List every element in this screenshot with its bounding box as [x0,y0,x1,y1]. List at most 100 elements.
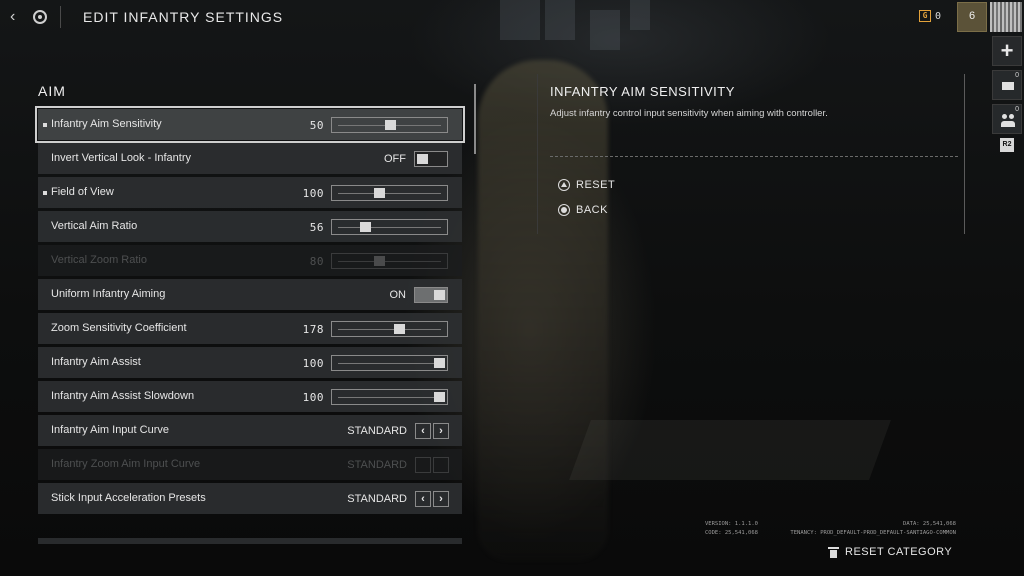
setting-label: Infantry Aim Assist Slowdown [51,390,195,402]
back-chevron-icon[interactable]: ‹ [10,8,24,26]
setting-slider[interactable] [331,117,448,133]
chevron-right-icon[interactable]: › [433,491,449,507]
circle-button-icon [558,204,570,216]
chevron-right-icon[interactable]: › [433,423,449,439]
slider-track [338,329,441,330]
top-divider [60,6,61,28]
group-count: 0 [1015,106,1019,113]
slider-track [338,193,441,194]
selector-value: STANDARD [347,459,407,471]
page-title: EDIT INFANTRY SETTINGS [83,9,284,25]
slider-thumb[interactable] [374,188,385,198]
setting-label: Vertical Aim Ratio [51,220,138,232]
back-button[interactable]: BACK [558,204,608,216]
section-title: AIM [38,83,66,99]
setting-slider[interactable] [331,321,448,337]
chevron-left-icon [415,457,431,473]
settings-row[interactable]: Stick Input Acceleration Presets STANDARD… [38,483,462,514]
rank-number: 6 [969,10,976,22]
currency-icon: G [919,10,931,22]
selector-value: STANDARD [347,425,407,437]
settings-row[interactable]: Uniform Infantry Aiming ON [38,279,462,310]
social-dock: + 0 0 R2 [992,36,1024,152]
settings-row[interactable]: Infantry Aim Assist Slowdown 100 [38,381,462,412]
top-bar: ‹ EDIT INFANTRY SETTINGS G 0 6 [0,0,1024,34]
reset-button[interactable]: RESET [558,179,615,191]
setting-label: Infantry Aim Input Curve [51,424,169,436]
circle-button-icon[interactable] [33,10,47,24]
setting-label: Uniform Infantry Aiming [51,288,166,300]
setting-slider [331,253,448,269]
slider-track [338,397,441,398]
triangle-button-icon [558,179,570,191]
setting-value: 178 [302,323,324,336]
settings-row[interactable]: Vertical Aim Ratio 56 [38,211,462,242]
slider-thumb[interactable] [434,392,445,402]
selector-arrows [415,457,449,473]
toggle-knob [417,154,428,164]
slider-thumb[interactable] [394,324,405,334]
setting-value: 100 [302,391,324,404]
info-description: Adjust infantry control input sensitivit… [550,108,828,119]
setting-value: 56 [309,221,324,234]
setting-label: Vertical Zoom Ratio [51,254,147,266]
group-icon[interactable]: 0 [992,104,1022,134]
settings-row-partial [38,538,462,544]
setting-label: Stick Input Acceleration Presets [51,492,206,504]
currency-count: 0 [935,10,942,22]
settings-row[interactable]: Invert Vertical Look - Infantry OFF [38,143,462,174]
setting-slider[interactable] [331,185,448,201]
build-info: DATA: 25,541,068 TENANCY: PROD_DEFAULT-P… [780,520,956,538]
setting-toggle[interactable] [414,151,448,167]
setting-value: 100 [302,187,324,200]
toggle-state: OFF [384,153,406,165]
settings-row[interactable]: Zoom Sensitivity Coefficient 178 [38,313,462,344]
mail-icon[interactable]: 0 [992,70,1022,100]
setting-toggle[interactable] [414,287,448,303]
setting-slider[interactable] [331,355,448,371]
slider-track [338,261,441,262]
slider-track [338,363,441,364]
chevron-right-icon [433,457,449,473]
setting-label: Zoom Sensitivity Coefficient [51,322,187,334]
reset-label: RESET [576,179,616,191]
modified-marker-icon [43,191,47,195]
currency-display: G 0 [919,10,941,22]
setting-value: 80 [309,255,324,268]
chevron-left-icon[interactable]: ‹ [415,423,431,439]
toggle-state: ON [389,289,407,301]
setting-label: Infantry Aim Assist [51,356,141,368]
modified-marker-icon [43,123,47,127]
add-friend-button[interactable]: + [992,36,1022,66]
settings-row[interactable]: Field of View 100 [38,177,462,208]
selector-value: STANDARD [347,493,407,505]
slider-thumb [374,256,385,266]
toggle-knob [434,290,445,300]
info-title: INFANTRY AIM SENSITIVITY [550,84,735,99]
setting-slider[interactable] [331,219,448,235]
version-label: VERSION: 1.1.1.0 [705,521,758,527]
settings-row[interactable]: Infantry Aim Input Curve STANDARD ‹ › [38,415,462,446]
info-panel: INFANTRY AIM SENSITIVITY Adjust infantry… [537,74,965,234]
chevron-left-icon[interactable]: ‹ [415,491,431,507]
mail-count: 0 [1015,72,1019,79]
version-info: VERSION: 1.1.1.0 CODE: 25,541,068 [705,520,758,538]
floor-light [569,420,891,480]
reset-category-button[interactable]: RESET CATEGORY [828,546,952,558]
scrollbar[interactable] [474,84,476,154]
selector-arrows: ‹ › [415,423,449,439]
slider-thumb[interactable] [434,358,445,368]
setting-label: Field of View [51,186,114,198]
profile-avatar[interactable] [990,2,1022,32]
slider-thumb[interactable] [385,120,396,130]
slider-thumb[interactable] [360,222,371,232]
settings-list: Infantry Aim Sensitivity 50 Invert Vertica… [35,106,465,517]
settings-row[interactable]: Infantry Aim Sensitivity 50 [35,106,465,143]
reset-category-label: RESET CATEGORY [845,546,953,558]
trash-icon [828,546,839,558]
settings-row[interactable]: Infantry Aim Assist 100 [38,347,462,378]
setting-value: 100 [302,357,324,370]
setting-value: 50 [309,119,324,132]
setting-slider[interactable] [331,389,448,405]
selector-arrows: ‹ › [415,491,449,507]
